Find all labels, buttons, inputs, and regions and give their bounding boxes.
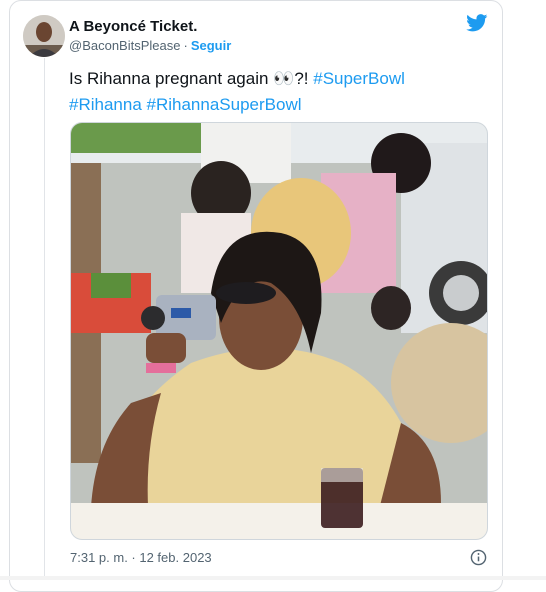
tweet-text-suffix: ?! [294, 69, 314, 88]
thread-line [44, 58, 45, 578]
twitter-bird-icon[interactable] [466, 14, 488, 32]
tweet-photo[interactable] [70, 122, 488, 540]
author-handle[interactable]: @BaconBitsPlease [69, 38, 180, 53]
eyes-emoji: 👀 [273, 69, 295, 88]
separator: · [183, 38, 188, 53]
follow-button[interactable]: Seguir [191, 38, 231, 53]
hashtag-superbowl[interactable]: #SuperBowl [313, 69, 405, 88]
author-name[interactable]: A Beyoncé Ticket. [69, 18, 197, 35]
hashtag-rihannasuperbowl[interactable]: #RihannaSuperBowl [147, 95, 302, 114]
author-handle-row: @BaconBitsPlease · Seguir [69, 38, 231, 53]
next-tweet-edge [0, 576, 546, 580]
info-icon[interactable] [470, 549, 487, 566]
hashtag-rihanna[interactable]: #Rihanna [69, 95, 142, 114]
tweet-text: Is Rihanna pregnant again 👀?! #SuperBowl… [69, 66, 469, 118]
avatar[interactable] [23, 15, 65, 57]
tweet-text-prefix: Is Rihanna pregnant again [69, 69, 274, 88]
tweet-timestamp[interactable]: 7:31 p. m. · 12 feb. 2023 [70, 550, 212, 565]
